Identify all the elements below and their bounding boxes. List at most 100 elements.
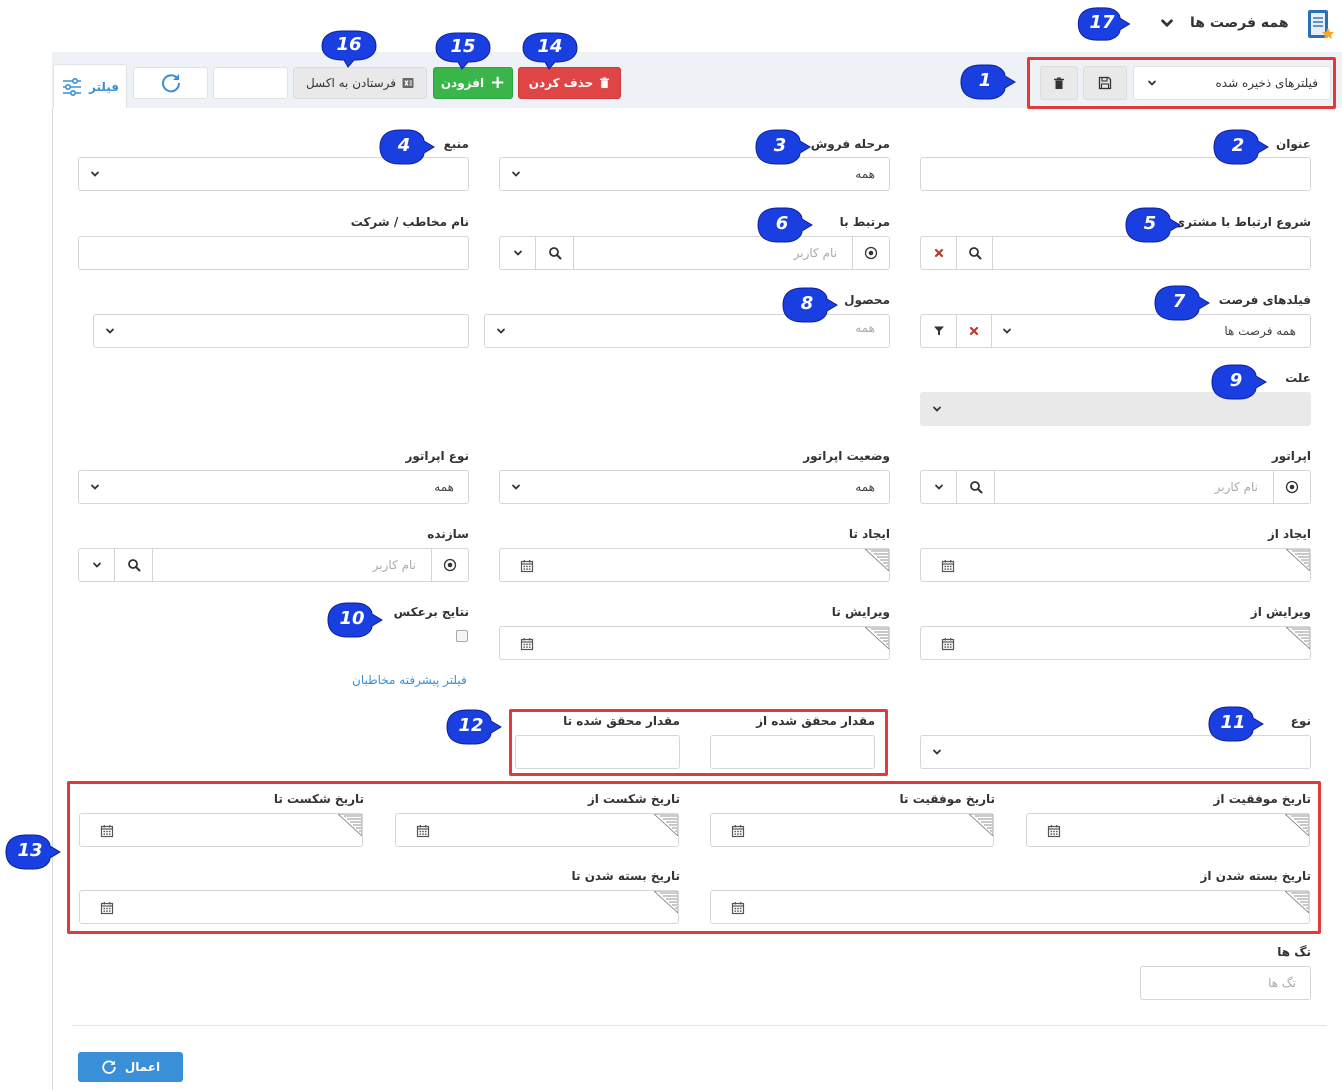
callout-12: 12	[441, 707, 501, 745]
related-dropdown[interactable]	[500, 237, 536, 269]
search-button[interactable]	[957, 237, 993, 269]
chevron-down-icon	[91, 559, 103, 571]
edited-to-date[interactable]	[499, 626, 890, 660]
contact-name-input[interactable]	[78, 236, 469, 270]
operator-field[interactable]: نام کاربر	[920, 470, 1311, 504]
apply-label: اعمال	[124, 1060, 161, 1074]
title-dropdown-chevron-icon[interactable]	[1158, 14, 1176, 32]
title-label: عنوان	[1276, 137, 1311, 151]
tab-notch	[82, 106, 98, 114]
page-title[interactable]: همه فرصت ها	[1190, 10, 1289, 36]
product-value: همه	[855, 321, 875, 335]
callout-3: 3	[750, 127, 810, 165]
tags-placeholder: تگ ها	[1268, 976, 1296, 990]
search-button[interactable]	[115, 549, 153, 581]
callout-17: 17	[1072, 5, 1132, 43]
funnel-icon	[933, 326, 944, 336]
callout-13: 13	[0, 832, 60, 870]
contact-name-label: نام مخاطب / شرکت	[350, 215, 469, 229]
clear-button[interactable]	[921, 237, 957, 269]
opp-fields-field[interactable]: همه فرصت ها	[920, 314, 1311, 348]
search-button[interactable]	[536, 237, 574, 269]
callout-16: 16	[318, 28, 378, 66]
callout-4: 4	[374, 127, 434, 165]
product-subselect[interactable]	[93, 314, 469, 348]
chevron-down-icon	[510, 481, 522, 493]
refresh-button[interactable]	[133, 67, 208, 99]
created-to-date[interactable]	[499, 548, 890, 582]
export-excel-label: فرستادن به اکسل	[305, 76, 397, 90]
callout-15: 15	[432, 30, 492, 68]
delete-label: حذف کردن	[528, 76, 594, 90]
callout-8: 8	[777, 285, 837, 323]
operator-dropdown[interactable]	[921, 471, 957, 503]
close-icon	[968, 325, 980, 337]
creator-dropdown[interactable]	[79, 549, 115, 581]
operator-placeholder: نام کاربر	[1214, 480, 1258, 494]
close-icon	[933, 247, 945, 259]
radio-icon	[443, 558, 457, 572]
contact-start-field[interactable]	[920, 236, 1311, 270]
blank-toolbar-button[interactable]	[213, 67, 288, 99]
highlight-achieved	[509, 709, 888, 776]
filter-tab-label: فیلتر	[88, 79, 120, 94]
date-corner-icon	[865, 627, 889, 649]
callout-5: 5	[1120, 205, 1180, 243]
callout-10: 10	[322, 600, 382, 638]
calendar-icon	[941, 559, 955, 573]
source-label: منبع	[443, 137, 469, 151]
date-corner-icon	[1286, 549, 1310, 571]
chevron-down-icon	[933, 481, 945, 493]
related-field[interactable]: نام کاربر	[499, 236, 890, 270]
creator-label: سازنده	[427, 527, 469, 541]
operator-type-select[interactable]: همه	[78, 470, 469, 504]
callout-1: 1	[955, 62, 1015, 100]
date-corner-icon	[865, 549, 889, 571]
filter-tab[interactable]: فیلتر	[53, 64, 127, 108]
tags-input[interactable]: تگ ها	[1140, 966, 1311, 1000]
add-button[interactable]: + افزودن	[433, 67, 513, 99]
operator-status-select[interactable]: همه	[499, 470, 890, 504]
related-placeholder: نام کاربر	[793, 246, 837, 260]
contact-start-label: شروع ارتباط با مشتری	[1174, 215, 1311, 229]
creator-field[interactable]: نام کاربر	[78, 548, 469, 582]
created-to-label: ایجاد تا	[848, 527, 890, 541]
edited-from-date[interactable]	[920, 626, 1311, 660]
delete-button[interactable]: حذف کردن	[518, 67, 621, 99]
search-icon	[969, 480, 983, 494]
reverse-label: نتایج برعکس	[393, 605, 469, 619]
radio-toggle[interactable]	[1273, 471, 1310, 503]
stage-label: مرحله فروش	[810, 137, 890, 151]
search-button[interactable]	[957, 471, 995, 503]
filter-button[interactable]	[921, 315, 957, 347]
opp-fields-value: همه فرصت ها	[1224, 324, 1296, 338]
operator-status-label: وضعیت اپراتور	[803, 449, 890, 463]
date-corner-icon	[1286, 627, 1310, 649]
reverse-checkbox[interactable]	[456, 630, 468, 642]
chevron-down-icon	[931, 746, 943, 758]
radio-toggle[interactable]	[431, 549, 468, 581]
plus-icon: +	[490, 72, 506, 93]
creator-placeholder: نام کاربر	[372, 558, 416, 572]
export-excel-button[interactable]: فرستادن به اکسل	[293, 67, 427, 99]
radio-icon	[864, 246, 878, 260]
search-icon	[548, 246, 562, 260]
clear-button[interactable]	[957, 315, 992, 347]
created-from-label: ایجاد از	[1267, 527, 1311, 541]
calendar-icon	[520, 559, 534, 573]
stage-value: همه	[855, 167, 875, 181]
advanced-contacts-filter-link[interactable]: فیلتر پیشرفته مخاطبان	[352, 673, 467, 687]
operator-status-value: همه	[855, 480, 875, 494]
callout-2: 2	[1208, 127, 1268, 165]
created-from-date[interactable]	[920, 548, 1311, 582]
chevron-down-icon	[89, 481, 101, 493]
stage-select[interactable]: همه	[499, 157, 890, 191]
chevron-down-icon	[495, 325, 507, 337]
chevron-down-icon	[512, 247, 524, 259]
callout-14: 14	[519, 30, 579, 68]
refresh-icon	[102, 1060, 116, 1074]
radio-toggle[interactable]	[852, 237, 889, 269]
refresh-icon	[161, 74, 180, 93]
chevron-down-icon	[931, 403, 943, 415]
apply-button[interactable]: اعمال	[78, 1052, 183, 1082]
